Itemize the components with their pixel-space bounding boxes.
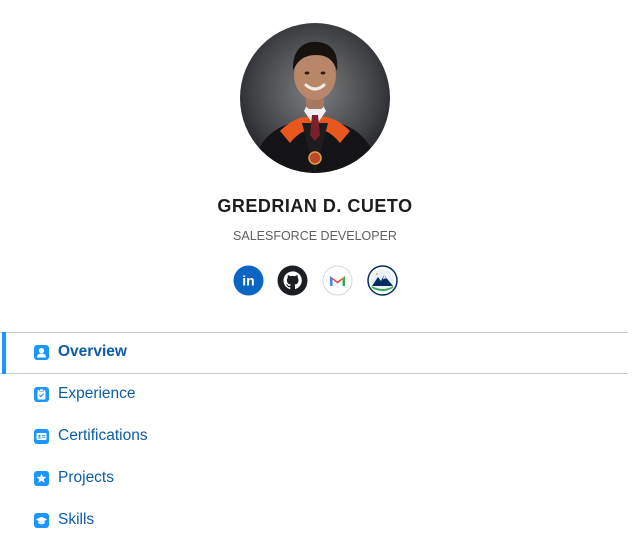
svg-text:in: in: [242, 273, 254, 289]
trailhead-link[interactable]: [367, 265, 398, 296]
profile-role: SALESFORCE DEVELOPER: [233, 229, 397, 243]
section-nav: Overview Experience Certifications Proje…: [0, 332, 628, 542]
nav-label: Experience: [58, 385, 136, 402]
trailhead-icon: [367, 265, 398, 296]
profile-name: GREDRIAN D. CUETO: [217, 196, 413, 216]
github-icon: [277, 265, 308, 296]
linkedin-link[interactable]: in: [233, 265, 264, 296]
nav-item-projects[interactable]: Projects: [0, 458, 628, 500]
nav-item-skills[interactable]: Skills: [0, 500, 628, 542]
nav-item-overview[interactable]: Overview: [0, 332, 628, 374]
gmail-icon: [322, 265, 353, 296]
nav-label: Certifications: [58, 427, 148, 444]
clipboard-icon: [34, 387, 49, 402]
nav-label: Projects: [58, 469, 114, 486]
nav-label: Overview: [58, 343, 127, 360]
graduation-photo-avatar: [240, 23, 390, 173]
graduation-cap-icon: [34, 513, 49, 528]
star-icon: [34, 471, 49, 486]
github-link[interactable]: [277, 265, 308, 296]
nav-item-experience[interactable]: Experience: [0, 374, 628, 416]
id-card-icon: [34, 429, 49, 444]
nav-label: Skills: [58, 511, 95, 528]
nav-item-certifications[interactable]: Certifications: [0, 416, 628, 458]
linkedin-icon: in: [233, 265, 264, 296]
user-icon: [34, 345, 49, 360]
gmail-link[interactable]: [322, 265, 353, 296]
profile-header: GREDRIAN D. CUETO SALESFORCE DEVELOPER i…: [0, 0, 634, 320]
avatar: [240, 23, 390, 173]
